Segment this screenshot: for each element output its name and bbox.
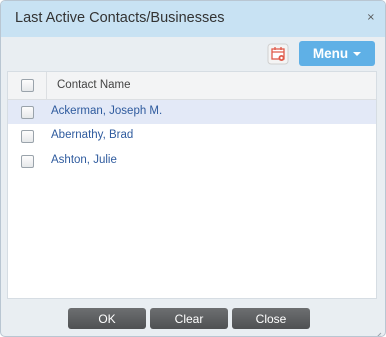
contact-name-link[interactable]: Abernathy, Brad	[51, 129, 133, 141]
clear-button[interactable]: Clear	[150, 308, 228, 329]
close-icon[interactable]: ×	[367, 12, 375, 23]
dialog-title: Last Active Contacts/Businesses	[15, 10, 225, 26]
calendar-icon[interactable]	[267, 43, 289, 65]
row-checkbox[interactable]	[21, 155, 34, 168]
table-row[interactable]: Ashton, Julie	[8, 149, 376, 173]
contacts-grid: Contact Name Ackerman, Joseph M. Abernat…	[7, 71, 377, 299]
column-header-contact-name[interactable]: Contact Name	[57, 79, 131, 91]
ok-button[interactable]: OK	[68, 308, 146, 329]
dialog-titlebar[interactable]: Last Active Contacts/Businesses ×	[1, 1, 385, 37]
header-divider	[46, 72, 47, 99]
contact-name-link[interactable]: Ashton, Julie	[51, 154, 117, 166]
row-checkbox[interactable]	[21, 106, 34, 119]
row-checkbox[interactable]	[21, 130, 34, 143]
menu-button-label: Menu	[312, 46, 349, 61]
caret-down-icon	[353, 51, 362, 56]
grid-header: Contact Name	[8, 72, 376, 100]
last-active-contacts-dialog: Last Active Contacts/Businesses × Menu C…	[0, 0, 386, 337]
select-all-checkbox[interactable]	[21, 79, 34, 92]
menu-button[interactable]: Menu	[299, 41, 375, 66]
table-row[interactable]: Ackerman, Joseph M.	[8, 100, 376, 124]
resize-grip-icon[interactable]	[374, 325, 382, 336]
table-row[interactable]: Abernathy, Brad	[8, 124, 376, 148]
contact-name-link[interactable]: Ackerman, Joseph M.	[51, 105, 162, 117]
close-button[interactable]: Close	[232, 308, 310, 329]
